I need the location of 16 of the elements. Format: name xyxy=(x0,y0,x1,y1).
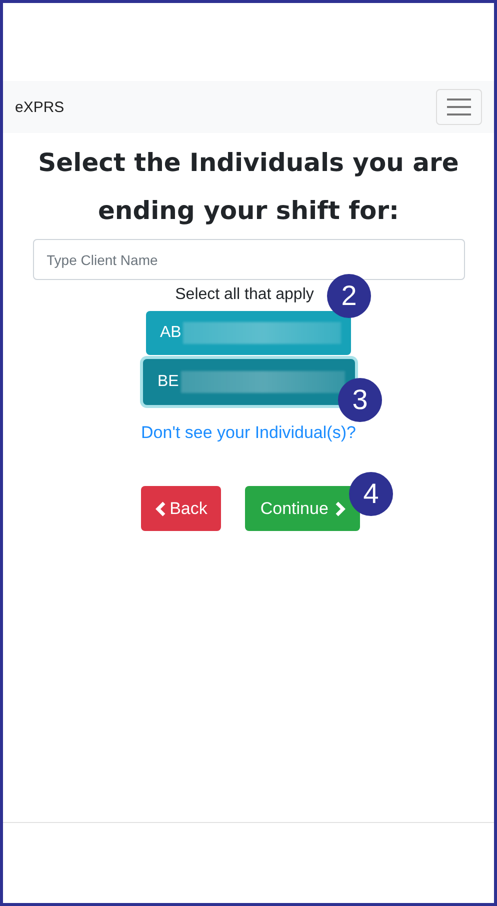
step-callout: 4 xyxy=(349,472,393,516)
brand-name: eXPRS xyxy=(15,98,64,116)
page-heading: Select the Individuals you are ending your shift for: xyxy=(37,147,460,227)
continue-button[interactable]: Continue xyxy=(245,486,360,531)
chevron-left-icon xyxy=(154,500,167,516)
step-callout: 3 xyxy=(338,378,382,422)
menu-button[interactable] xyxy=(436,89,482,125)
back-button[interactable]: Back xyxy=(140,486,222,531)
step-callout: 2 xyxy=(327,274,371,318)
menu-icon xyxy=(447,98,471,116)
chevron-right-icon xyxy=(334,500,346,516)
help-link[interactable]: Don't see your Individual(s)? xyxy=(141,423,356,443)
individual-button[interactable]: AB xyxy=(146,311,351,355)
client-search-field[interactable]: Type Client Name xyxy=(32,239,464,280)
instruction-text: Select all that apply xyxy=(175,286,314,304)
individual-button[interactable]: BE xyxy=(142,359,354,405)
